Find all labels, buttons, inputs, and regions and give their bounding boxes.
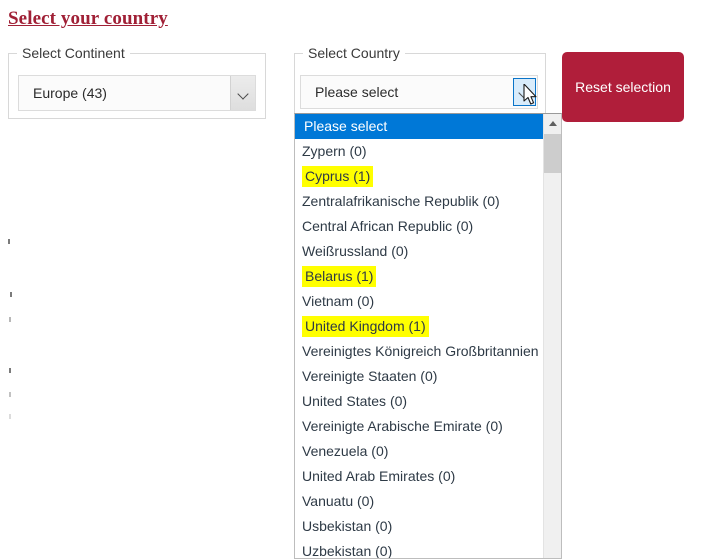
- page-root: Select your country Select Continent Eur…: [0, 0, 702, 559]
- render-artifact: [8, 239, 10, 244]
- chevron-down-icon[interactable]: [513, 78, 536, 106]
- render-artifact: [9, 368, 11, 373]
- option-label: Cyprus (1): [302, 166, 374, 187]
- listbox-option[interactable]: Uzbekistan (0): [295, 539, 543, 558]
- country-options-list[interactable]: Please select Zypern (0) Cyprus (1) Zentral…: [295, 114, 543, 558]
- listbox-option[interactable]: Vereinigte Staaten (0): [295, 364, 543, 389]
- listbox-option[interactable]: Zentralafrikanische Republik (0): [295, 189, 543, 214]
- render-artifact: [9, 392, 11, 397]
- continent-select-value: Europe (43): [33, 85, 107, 101]
- listbox-option[interactable]: Usbekistan (0): [295, 514, 543, 539]
- render-artifact: [10, 292, 12, 297]
- reset-selection-button[interactable]: Reset selection: [562, 52, 684, 122]
- listbox-option[interactable]: Vereinigte Arabische Emirate (0): [295, 414, 543, 439]
- listbox-option[interactable]: United States (0): [295, 389, 543, 414]
- listbox-option[interactable]: Venezuela (0): [295, 439, 543, 464]
- option-label: Belarus (1): [302, 266, 377, 287]
- listbox-option[interactable]: Please select: [295, 114, 543, 139]
- option-label: United Kingdom (1): [302, 316, 429, 337]
- render-artifact: [9, 317, 11, 322]
- listbox-option[interactable]: Vereinigtes Königreich Großbritannien (0…: [295, 339, 543, 364]
- country-legend: Select Country: [303, 45, 405, 61]
- listbox-option[interactable]: United Kingdom (1): [295, 314, 543, 339]
- listbox-option[interactable]: Weißrussland (0): [295, 239, 543, 264]
- caret-up-icon[interactable]: [544, 114, 561, 133]
- listbox-option[interactable]: Vanuatu (0): [295, 489, 543, 514]
- country-select-value: Please select: [315, 84, 399, 100]
- listbox-option[interactable]: Vietnam (0): [295, 289, 543, 314]
- continent-select[interactable]: Europe (43): [18, 75, 256, 111]
- listbox-option[interactable]: Central African Republic (0): [295, 214, 543, 239]
- render-artifact: [9, 414, 11, 419]
- page-title: Select your country: [8, 8, 168, 29]
- listbox-scrollbar[interactable]: [543, 114, 561, 558]
- chevron-down-icon[interactable]: [230, 76, 255, 110]
- listbox-option[interactable]: Belarus (1): [295, 264, 543, 289]
- country-select[interactable]: Please select: [300, 75, 538, 109]
- listbox-option[interactable]: Cyprus (1): [295, 164, 543, 189]
- continent-legend: Select Continent: [17, 45, 130, 61]
- country-options-listbox[interactable]: Please select Zypern (0) Cyprus (1) Zentral…: [294, 113, 562, 559]
- listbox-option[interactable]: Zypern (0): [295, 139, 543, 164]
- scrollbar-thumb[interactable]: [544, 134, 561, 173]
- listbox-option[interactable]: United Arab Emirates (0): [295, 464, 543, 489]
